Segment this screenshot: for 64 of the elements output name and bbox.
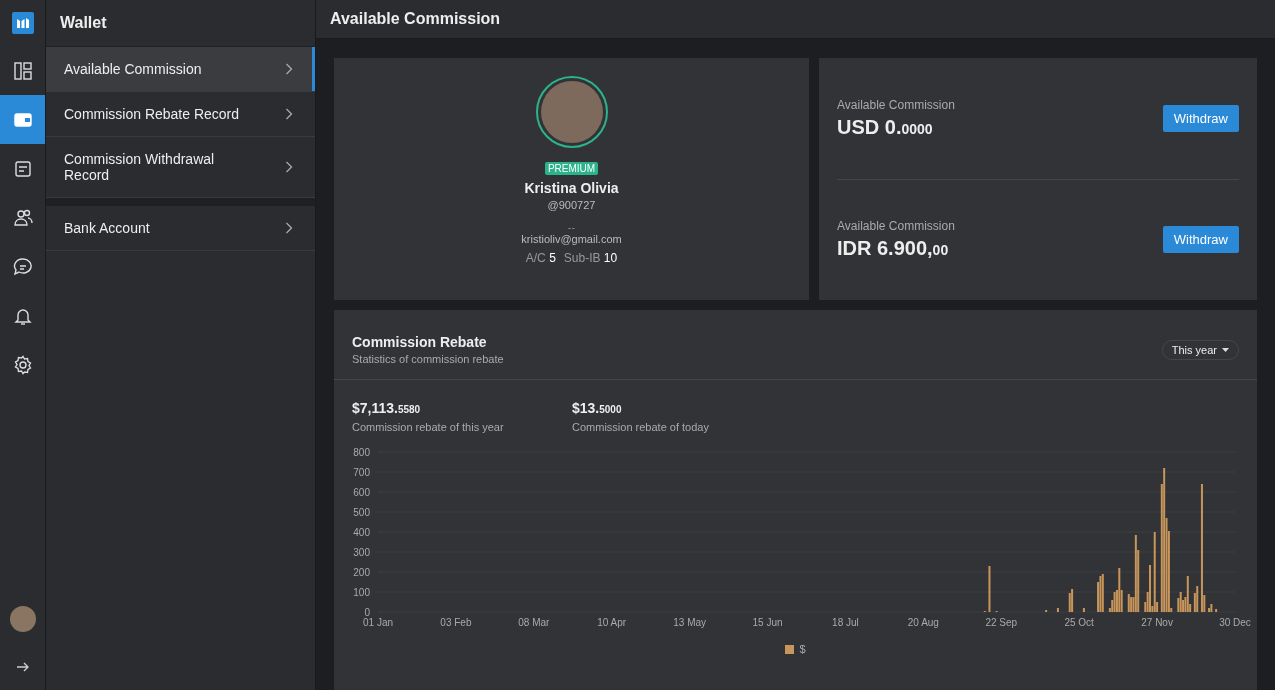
x-axis-label: 10 Apr [597, 617, 627, 628]
wallet-nav-button[interactable] [0, 95, 45, 144]
x-axis-label: 01 Jan [363, 617, 393, 628]
y-axis-label: 500 [353, 507, 370, 518]
x-axis-label: 20 Aug [907, 617, 939, 628]
sidebar-item[interactable]: Bank Account [46, 206, 315, 251]
x-axis-label: 22 Sep [985, 617, 1018, 628]
balance-amount: IDR 6.900,00 [837, 237, 950, 261]
rebate-amount: $13.5000 [572, 400, 623, 416]
profile-handle: @900727 [547, 199, 596, 211]
rebate-title: Commission Rebate [352, 334, 488, 350]
caret-down-icon [1222, 347, 1229, 352]
x-axis-label: 27 Nov [1141, 617, 1173, 628]
y-axis-label: 400 [353, 527, 370, 538]
chart-bar [1056, 608, 1059, 612]
balance-label: Available Commission [837, 219, 955, 234]
sidebar-item[interactable]: Available Commission [46, 47, 315, 92]
y-axis-label: 100 [353, 587, 370, 598]
settings-icon [12, 354, 33, 375]
chat-icon [12, 256, 33, 277]
y-axis-label: 800 [353, 447, 370, 458]
user-avatar[interactable] [9, 606, 36, 632]
y-axis-label: 200 [353, 567, 370, 578]
layout-icon [12, 60, 33, 81]
logo-icon [11, 12, 34, 34]
rebate-amount: $7,113.5580 [352, 400, 422, 416]
x-axis-label: 03 Feb [440, 617, 472, 628]
x-axis-label: 25 Oct [1064, 617, 1094, 628]
document-icon [12, 158, 33, 179]
page-title: Available Commission [330, 10, 501, 28]
x-axis-label: 18 Jul [832, 617, 859, 628]
x-axis-label: 13 May [673, 617, 707, 628]
profile-stat: A/C 5 [525, 251, 556, 265]
withdraw-button[interactable]: Withdraw [1162, 226, 1239, 254]
chevron-right-icon [285, 161, 293, 173]
withdraw-button[interactable]: Withdraw [1162, 104, 1239, 132]
y-axis-label: 300 [353, 547, 370, 558]
chevron-right-icon [285, 63, 293, 75]
y-axis-label: 700 [353, 467, 370, 478]
sidebar-item[interactable]: Commission Rebate Record [46, 92, 315, 137]
rebate-caption: Commission rebate of this year [352, 421, 505, 433]
chevron-right-icon [285, 108, 293, 120]
rebate-caption: Commission rebate of today [572, 421, 710, 433]
x-axis-label: 30 Dec [1219, 617, 1251, 628]
users-icon [12, 207, 33, 228]
balance-amount: USD 0.0000 [837, 115, 934, 139]
chart-bar [1082, 608, 1085, 612]
chart-bar [1215, 609, 1218, 612]
legend-label: $ [799, 643, 806, 655]
chart-bar [988, 566, 991, 612]
y-axis-label: 0 [364, 607, 370, 618]
x-axis-label: 08 Mar [518, 617, 550, 628]
profile-phone: -- [567, 221, 576, 233]
profile-email: kristioliv@gmail.com [521, 233, 622, 245]
chevron-right-icon [285, 222, 293, 234]
y-axis-label: 600 [353, 487, 370, 498]
profile-name: Kristina Olivia [524, 180, 619, 196]
profile-stat: Sub-IB 10 [563, 251, 618, 265]
rebate-subtitle: Statistics of commission rebate [352, 353, 504, 365]
sidebar-title: Wallet [60, 14, 107, 32]
premium-badge: PREMIUM [544, 162, 599, 175]
x-axis-label: 15 Jun [752, 617, 783, 628]
arrow-right-icon[interactable] [15, 660, 30, 674]
balance-label: Available Commission [837, 97, 955, 112]
